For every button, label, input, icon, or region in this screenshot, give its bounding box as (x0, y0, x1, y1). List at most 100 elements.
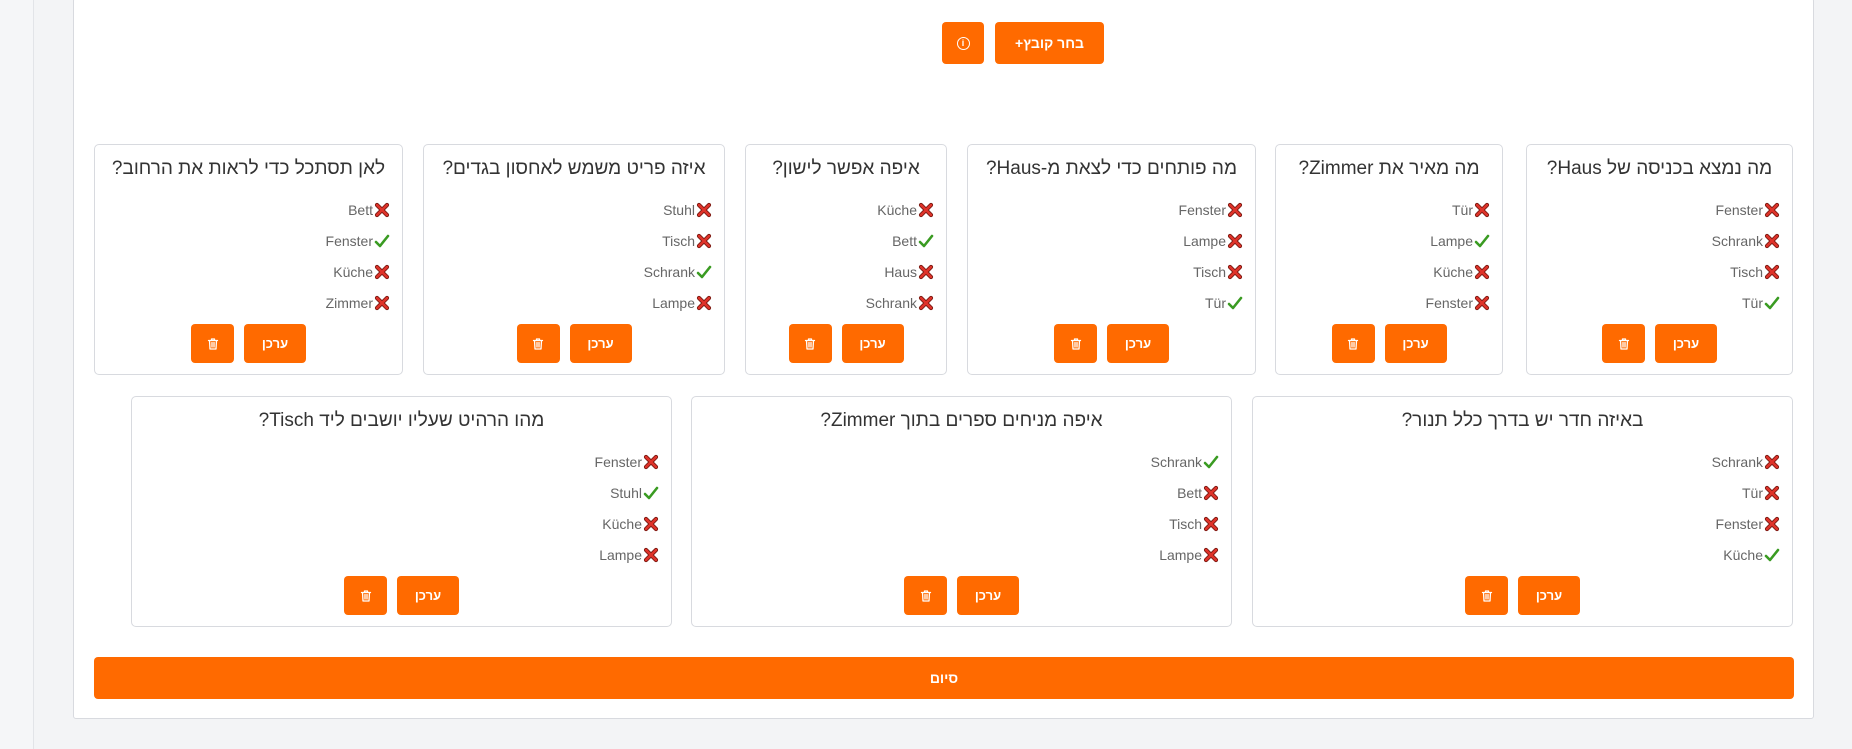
edit-button[interactable]: ערכן (1655, 324, 1717, 363)
question-title: איפה מניחים ספרים בתוך Zimmer? (820, 410, 1103, 431)
question-title: מה פותחים כדי לצאת מ-Haus? (985, 158, 1238, 179)
answer-list: Fenster Schrank Tisch Tür (1712, 194, 1780, 318)
answer-text: Fenster (1715, 201, 1763, 218)
answer-option: Schrank (1712, 446, 1780, 477)
answer-text: Tisch (1193, 263, 1226, 280)
edit-button[interactable]: ערכן (957, 576, 1019, 615)
answer-text: Stuhl (610, 484, 642, 501)
question-title: איפה אפשר לישון? (772, 158, 920, 179)
answer-list: Fenster Stuhl Küche Lampe (595, 446, 659, 570)
info-circle-icon: i (956, 36, 970, 50)
edit-button[interactable]: ערכן (1107, 324, 1169, 363)
answer-text: Tisch (1169, 515, 1202, 532)
cross-icon (643, 547, 659, 563)
answer-text: Fenster (594, 453, 642, 470)
answer-text: Bett (892, 232, 917, 249)
delete-button[interactable] (1331, 324, 1375, 363)
cross-icon (1474, 295, 1490, 311)
delete-button[interactable] (1465, 576, 1508, 615)
answer-text: Schrank (1150, 453, 1202, 470)
delete-button[interactable] (344, 576, 387, 615)
delete-button[interactable] (1602, 324, 1645, 363)
cross-icon (374, 264, 390, 280)
edit-button[interactable]: ערכן (1518, 576, 1580, 615)
check-icon (1227, 295, 1243, 311)
cross-icon (918, 264, 934, 280)
info-button[interactable]: i (942, 22, 984, 64)
cross-icon (918, 295, 934, 311)
answer-option: Lampe (1426, 225, 1490, 256)
answer-text: Fenster (1178, 201, 1226, 218)
question-title: באיזה חדר יש בדרך כלל תנור? (1401, 410, 1644, 431)
edit-button[interactable]: ערכן (1384, 324, 1447, 363)
card-actions: ערכן (1527, 324, 1792, 363)
question-title: מה מאיר את Zimmer? (1298, 158, 1480, 179)
answer-option: Lampe (644, 287, 712, 318)
answer-text: Fenster (325, 232, 373, 249)
answer-text: Stuhl (663, 201, 695, 218)
answer-text: Tür (1205, 294, 1226, 311)
question-card: מה נמצא בכניסה של Haus? Fenster Schrank Tis… (1526, 144, 1793, 375)
answer-option: Küche (1712, 539, 1780, 570)
choose-file-button[interactable]: +בחר קובץ (995, 22, 1104, 64)
answer-text: Haus (884, 263, 917, 280)
answer-option: Schrank (1151, 446, 1219, 477)
check-icon (1203, 454, 1219, 470)
answer-text: Tür (1742, 294, 1763, 311)
question-card: לאן תסתכל כדי לראות את הרחוב? Bett Fenster… (94, 144, 403, 375)
question-card: מה פותחים כדי לצאת מ-Haus? Fenster Lampe Ti… (967, 144, 1256, 375)
answer-text: Schrank (1711, 453, 1763, 470)
answer-option: Tisch (1712, 256, 1780, 287)
left-sidebar-strip (0, 0, 34, 749)
trash-icon (1480, 589, 1494, 603)
answer-option: Küche (595, 508, 659, 539)
answer-option: Fenster (1426, 287, 1490, 318)
cross-icon (1227, 233, 1243, 249)
check-icon (1474, 233, 1490, 249)
answer-list: Küche Bett Haus Schrank (866, 194, 934, 318)
card-actions: ערכן (692, 576, 1231, 615)
delete-button[interactable] (1054, 324, 1097, 363)
answer-option: Lampe (595, 539, 659, 570)
answer-text: Schrank (1711, 232, 1763, 249)
cross-icon (1764, 485, 1780, 501)
answer-option: Lampe (1151, 539, 1219, 570)
answer-option: Stuhl (595, 477, 659, 508)
check-icon (1764, 547, 1780, 563)
delete-button[interactable] (516, 324, 560, 363)
answer-option: Schrank (1712, 225, 1780, 256)
trash-icon (919, 589, 933, 603)
cross-icon (1764, 264, 1780, 280)
answer-option: Schrank (866, 287, 934, 318)
answer-option: Küche (326, 256, 390, 287)
trash-icon (803, 337, 817, 351)
answer-text: Lampe (1159, 546, 1202, 563)
delete-button[interactable] (191, 324, 234, 363)
edit-button[interactable]: ערכן (244, 324, 306, 363)
answer-option: Tisch (644, 225, 712, 256)
cross-icon (1764, 202, 1780, 218)
edit-button[interactable]: ערכן (397, 576, 459, 615)
answer-text: Lampe (1430, 232, 1473, 249)
check-icon (1764, 295, 1780, 311)
edit-button[interactable]: ערכן (841, 324, 904, 363)
card-actions: ערכן (746, 324, 946, 363)
card-actions: ערכן (1253, 576, 1792, 615)
cross-icon (1764, 516, 1780, 532)
cross-icon (1474, 264, 1490, 280)
question-card: איפה מניחים ספרים בתוך Zimmer? Schrank Bet… (691, 396, 1232, 627)
edit-button[interactable]: ערכן (569, 324, 632, 363)
cross-icon (374, 295, 390, 311)
finish-button[interactable]: סיום (94, 657, 1794, 699)
cross-icon (1764, 233, 1780, 249)
answer-list: Bett Fenster Küche Zimmer (326, 194, 390, 318)
delete-button[interactable] (788, 324, 832, 363)
answer-list: Tür Lampe Küche Fenster (1426, 194, 1490, 318)
delete-button[interactable] (904, 576, 947, 615)
answer-text: Tisch (1730, 263, 1763, 280)
answer-option: Tisch (1179, 256, 1243, 287)
answer-option: Tür (1712, 287, 1780, 318)
cross-icon (643, 516, 659, 532)
question-card: באיזה חדר יש בדרך כלל תנור? Schrank Tür Fen… (1252, 396, 1793, 627)
card-actions: ערכן (424, 324, 724, 363)
